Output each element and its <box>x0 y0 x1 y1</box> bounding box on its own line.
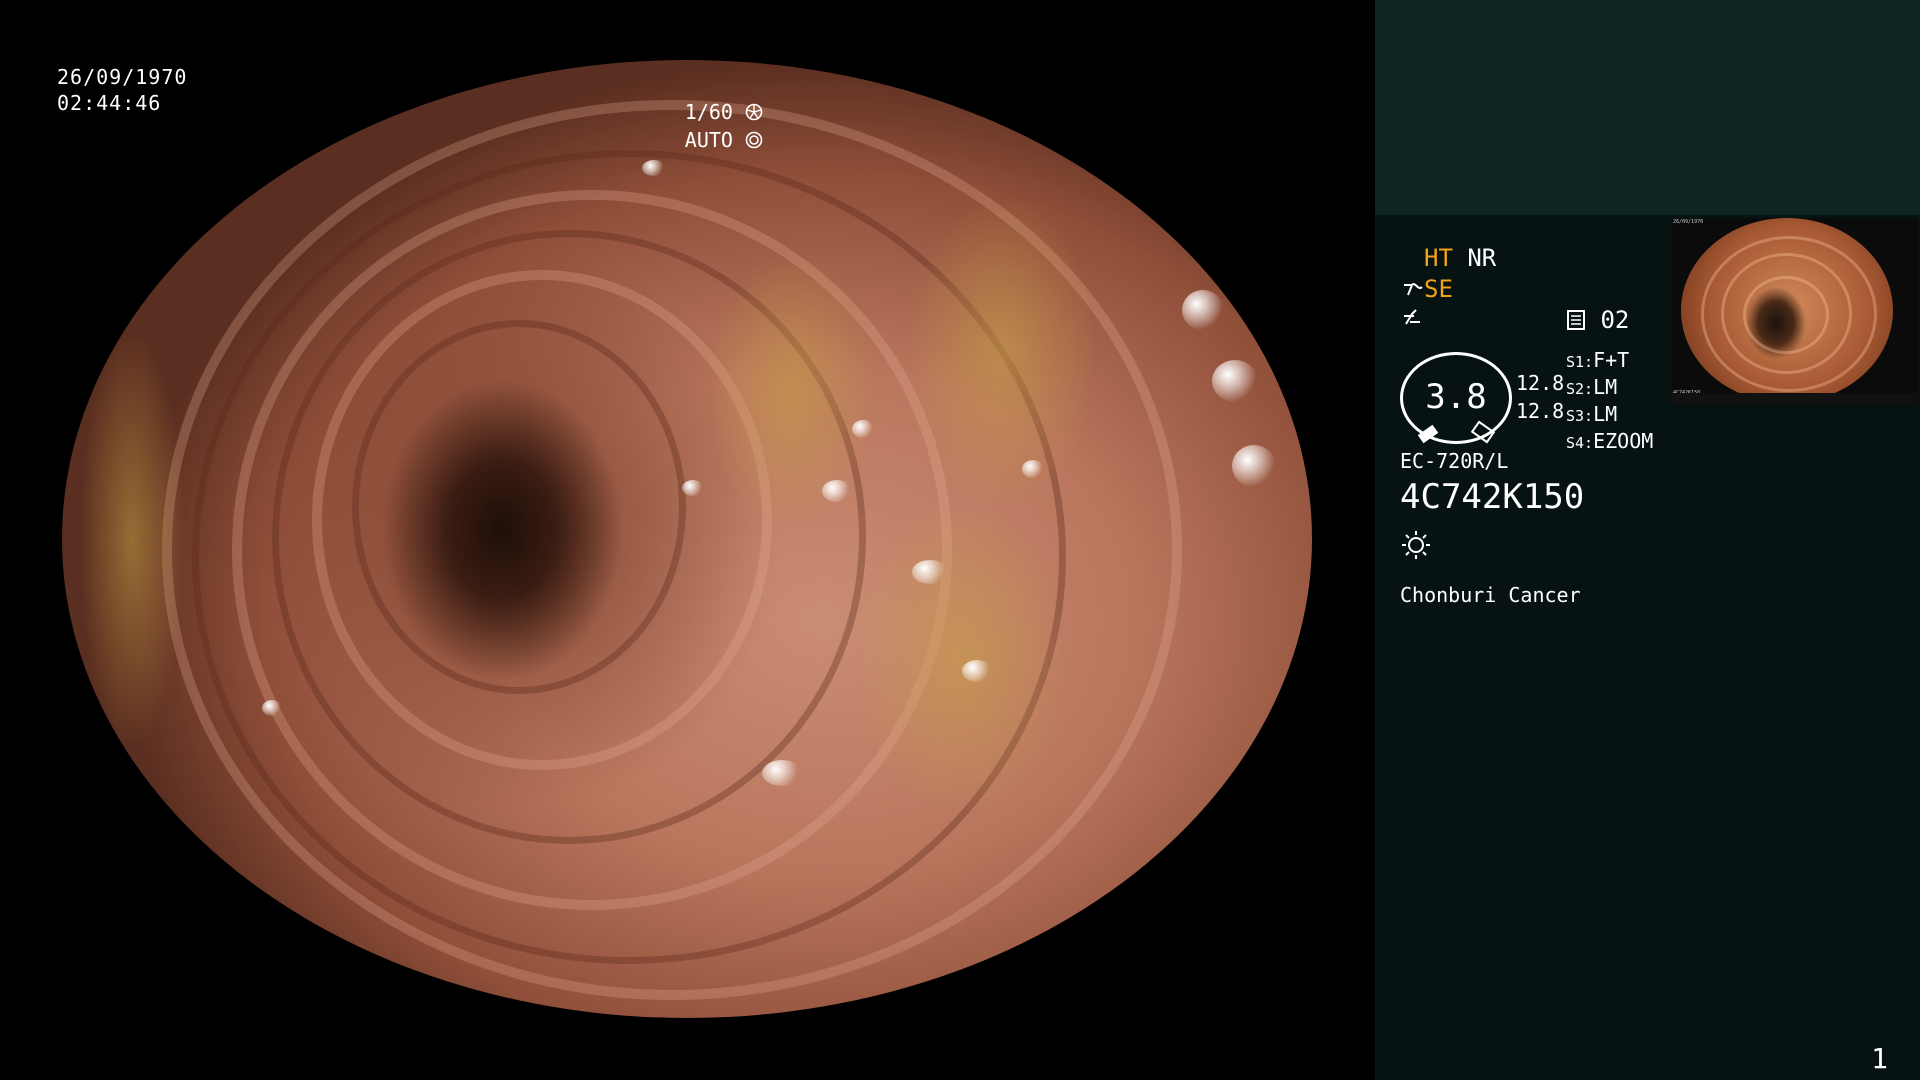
froth <box>712 260 872 520</box>
switch-list: S1:F+T S2:LM S3:LM S4:EZOOM <box>1566 348 1653 456</box>
specular-highlight <box>912 560 948 584</box>
froth <box>912 200 1092 500</box>
specular-highlight <box>762 760 802 786</box>
timestamp: 26/09/1970 02:44:46 <box>57 64 187 116</box>
se-status: SE <box>1402 275 1453 303</box>
specular-highlight <box>1232 445 1276 487</box>
switch-value: F+T <box>1593 348 1630 372</box>
panel-header-area <box>1375 0 1920 215</box>
specular-highlight <box>852 420 874 438</box>
endoscopy-image <box>62 60 1312 1018</box>
switch-value: LM <box>1593 402 1618 426</box>
ht-nr-status: HT NR <box>1424 244 1496 272</box>
switch-key: S4: <box>1566 434 1594 452</box>
switch-item: S1:F+T <box>1566 348 1653 375</box>
specular-highlight <box>682 480 704 496</box>
iris-readout: AUTO <box>685 126 763 154</box>
shutter-text: 1/60 <box>684 100 733 124</box>
switch-key: S1: <box>1566 353 1594 371</box>
color-curve-icon <box>1404 309 1420 325</box>
scope-model: EC-720R/L <box>1400 449 1509 473</box>
specular-highlight <box>1022 460 1044 478</box>
specular-highlight <box>262 700 282 716</box>
memory-card-icon <box>1567 310 1585 330</box>
light-source-icon <box>1402 531 1430 559</box>
froth <box>82 340 182 740</box>
specular-highlight <box>642 160 666 176</box>
memory-status: 02 <box>1566 306 1629 334</box>
mucosal-fold <box>352 320 686 694</box>
iris-icon <box>745 131 763 149</box>
froth <box>862 510 1062 810</box>
memory-count: 02 <box>1600 306 1630 334</box>
thumbnail-image <box>1681 218 1893 403</box>
specular-highlight <box>1182 290 1224 330</box>
scope-serial: 4C742K150 <box>1400 477 1585 517</box>
nr-label: NR <box>1467 244 1497 272</box>
exposure-info: 1/60 AUTO <box>685 98 763 154</box>
specular-highlight <box>1212 360 1258 402</box>
specular-highlight <box>962 660 992 682</box>
aperture-icon <box>745 103 763 121</box>
specular-highlight <box>822 480 852 502</box>
switch-item: S2:LM <box>1566 375 1653 402</box>
gauge-reading-1: 12.8 <box>1516 371 1565 395</box>
time-text: 02:44:46 <box>57 91 162 115</box>
thumbnail-date: 26/09/1970 <box>1673 219 1704 225</box>
date-text: 26/09/1970 <box>57 65 188 89</box>
endoscope-view: 26/09/1970 02:44:46 1/60 AUTO <box>0 0 1375 1080</box>
gauge-reading-2: 12.8 <box>1516 399 1565 423</box>
ht-label: HT <box>1424 244 1453 272</box>
thumbnail-status-bar <box>1671 393 1918 405</box>
info-panel <box>1375 0 1920 1080</box>
brightness-gauge: 3.8 <box>1400 352 1512 444</box>
switch-key: S3: <box>1566 407 1594 425</box>
switch-item: S3:LM <box>1566 402 1653 429</box>
switch-item: S4:EZOOM <box>1566 429 1653 456</box>
iris-text: AUTO <box>684 128 733 152</box>
page-number: 1 <box>1871 1042 1888 1075</box>
structure-enhance-icon <box>1404 283 1423 296</box>
se-label: SE <box>1424 275 1453 303</box>
switch-value: EZOOM <box>1593 429 1654 453</box>
switch-value: LM <box>1593 375 1618 399</box>
gauge-value: 3.8 <box>1425 377 1487 417</box>
hospital-name: Chonburi Cancer <box>1400 583 1581 607</box>
captured-thumbnail[interactable]: 26/09/1970 4C742K150 <box>1671 218 1918 405</box>
switch-key: S2: <box>1566 380 1594 398</box>
thumbnail-fold <box>1743 276 1829 354</box>
shutter-readout: 1/60 <box>685 98 763 126</box>
